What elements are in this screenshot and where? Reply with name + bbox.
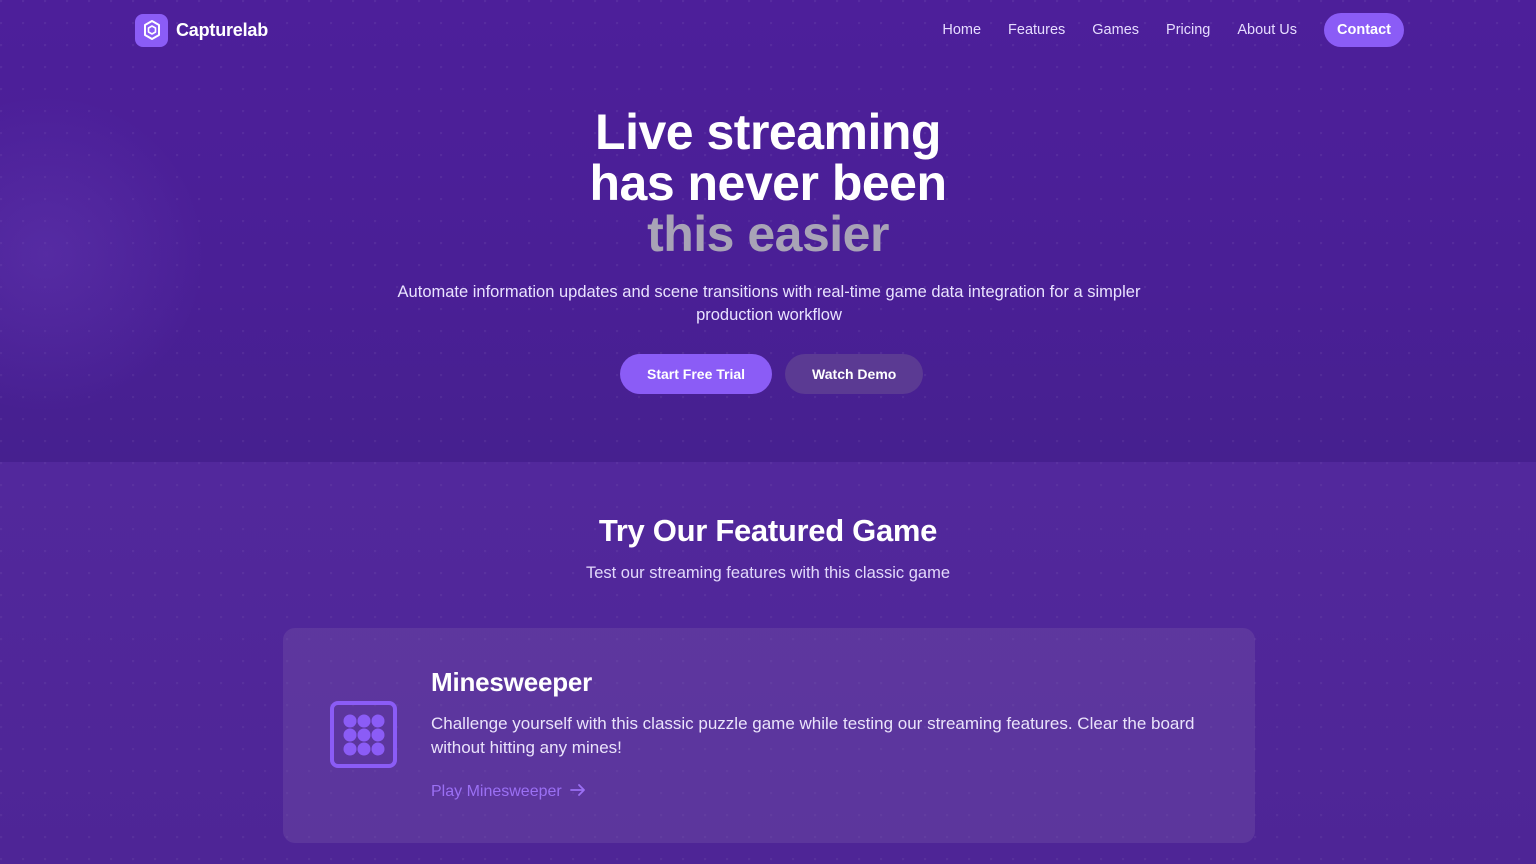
game-description: Challenge yourself with this classic puz…	[431, 714, 1195, 757]
game-card: Minesweeper Challenge yourself with this…	[283, 628, 1255, 843]
brand-logo[interactable]: Capturelab	[135, 13, 268, 47]
play-minesweeper-link[interactable]: Play Minesweeper	[431, 781, 586, 803]
nav-links: Home Features Games Pricing About Us Con…	[942, 12, 1404, 47]
hero-title-line-2: has never been	[589, 155, 947, 211]
contact-button[interactable]: Contact	[1324, 12, 1404, 47]
nav-link-about-us[interactable]: About Us	[1237, 22, 1297, 38]
game-name: Minesweeper	[431, 667, 593, 697]
hexagon-logo-icon	[135, 13, 168, 47]
hero-title-line-1: Live streaming	[595, 104, 941, 160]
brand-name: Capturelab	[176, 19, 269, 40]
featured-subtitle: Test our streaming features with this cl…	[585, 564, 951, 582]
nav-link-games[interactable]: Games	[1092, 22, 1139, 38]
nav-link-pricing[interactable]: Pricing	[1166, 22, 1210, 38]
start-free-trial-button[interactable]: Start Free Trial	[620, 354, 773, 394]
arrow-right-icon	[569, 783, 586, 802]
hero-actions: Start Free Trial Watch Demo	[620, 354, 924, 394]
hero-title-line-3: this easier	[647, 206, 889, 262]
hero-title: Live streaming has never been this easie…	[0, 107, 1536, 260]
hero-subtitle: Automate information updates and scene t…	[397, 283, 1141, 324]
watch-demo-button[interactable]: Watch Demo	[785, 354, 924, 394]
play-minesweeper-label: Play Minesweeper	[431, 783, 562, 800]
nav-link-home[interactable]: Home	[942, 22, 981, 38]
featured-title: Try Our Featured Game	[598, 513, 938, 548]
nav-link-features[interactable]: Features	[1008, 22, 1065, 38]
top-nav: Capturelab Home Features Games Pricing A…	[0, 0, 1536, 60]
grid-dots-icon	[330, 701, 397, 768]
